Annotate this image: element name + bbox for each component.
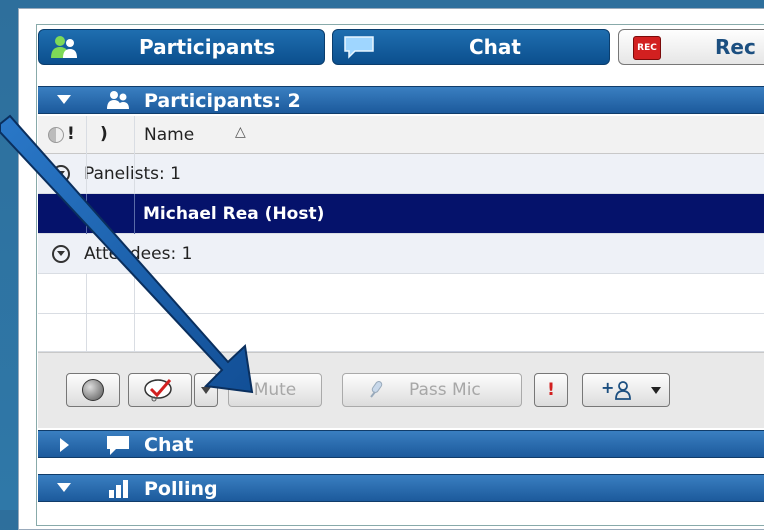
tab-participants[interactable]: Participants (38, 29, 325, 65)
column-divider (86, 274, 87, 352)
mute-button[interactable]: Mute (228, 373, 322, 407)
tab-chat-label: Chat (469, 35, 521, 59)
column-divider (86, 116, 87, 194)
participants-section-title: Participants: 2 (144, 90, 301, 112)
chat-bubble-icon (341, 34, 377, 60)
microphone-icon (370, 381, 383, 398)
status-column-icon[interactable] (48, 127, 64, 143)
tab-recorder[interactable]: REC Rec (618, 29, 764, 65)
person-icon (615, 381, 631, 400)
tab-bar: Participants Chat REC Rec (38, 26, 764, 72)
participant-row-host[interactable]: Michael Rea (Host) (38, 194, 764, 234)
list-item (38, 274, 764, 314)
pass-mic-label: Pass Mic (409, 380, 481, 400)
alert-column-header[interactable]: ! (67, 124, 75, 144)
participants-list-header: ! ) Name △ (38, 116, 764, 154)
participants-icon (104, 90, 132, 115)
panelists-group-label: Panelists: 1 (84, 164, 181, 184)
participant-name: Michael Rea (Host) (143, 204, 325, 224)
tab-participants-label: Participants (139, 35, 276, 59)
panelists-group-row[interactable]: Panelists: 1 (38, 154, 764, 194)
rec-icon: REC (633, 36, 661, 60)
chat-section-header[interactable]: Chat (38, 430, 764, 458)
chevron-down-icon (201, 386, 211, 394)
tab-recorder-label: Rec (715, 35, 756, 59)
tab-chat[interactable]: Chat (332, 29, 610, 65)
chat-bubble-icon (107, 436, 129, 455)
add-participant-button[interactable]: + (582, 373, 670, 407)
record-button[interactable] (66, 373, 120, 407)
add-person-icon: + (601, 378, 615, 397)
pass-mic-button[interactable]: Pass Mic (342, 373, 522, 407)
sort-ascending-icon: △ (235, 124, 246, 140)
raise-hand-button[interactable] (128, 373, 192, 407)
expand-group-icon[interactable] (52, 245, 70, 263)
participants-icon (47, 34, 83, 60)
chevron-down-icon (651, 387, 661, 394)
row-divider (86, 194, 87, 234)
expand-group-icon[interactable] (52, 165, 70, 183)
attendees-group-row[interactable]: Attendees: 1 (38, 234, 764, 274)
column-divider (134, 116, 135, 194)
polling-section-title: Polling (144, 478, 218, 500)
column-divider (134, 274, 135, 352)
checkmark-icon (144, 379, 172, 402)
list-item (38, 314, 764, 352)
chat-section-title: Chat (144, 434, 194, 456)
record-button-icon (82, 379, 104, 401)
participant-toolbar: Mute Pass Mic ! + (38, 352, 764, 428)
expand-arrow-icon (60, 438, 69, 452)
participants-section-header[interactable]: Participants: 2 (38, 86, 764, 114)
row-divider (134, 194, 135, 234)
polling-section-header[interactable]: Polling (38, 474, 764, 502)
poll-chart-icon (109, 480, 128, 498)
audio-column-header[interactable]: ) (100, 124, 108, 144)
alert-button[interactable]: ! (534, 373, 568, 407)
collapse-arrow-icon (57, 95, 71, 104)
name-column-header[interactable]: Name (144, 125, 194, 145)
raise-hand-dropdown[interactable] (194, 373, 218, 407)
attendees-group-label: Attendees: 1 (84, 244, 193, 264)
collapse-arrow-icon (57, 483, 71, 492)
